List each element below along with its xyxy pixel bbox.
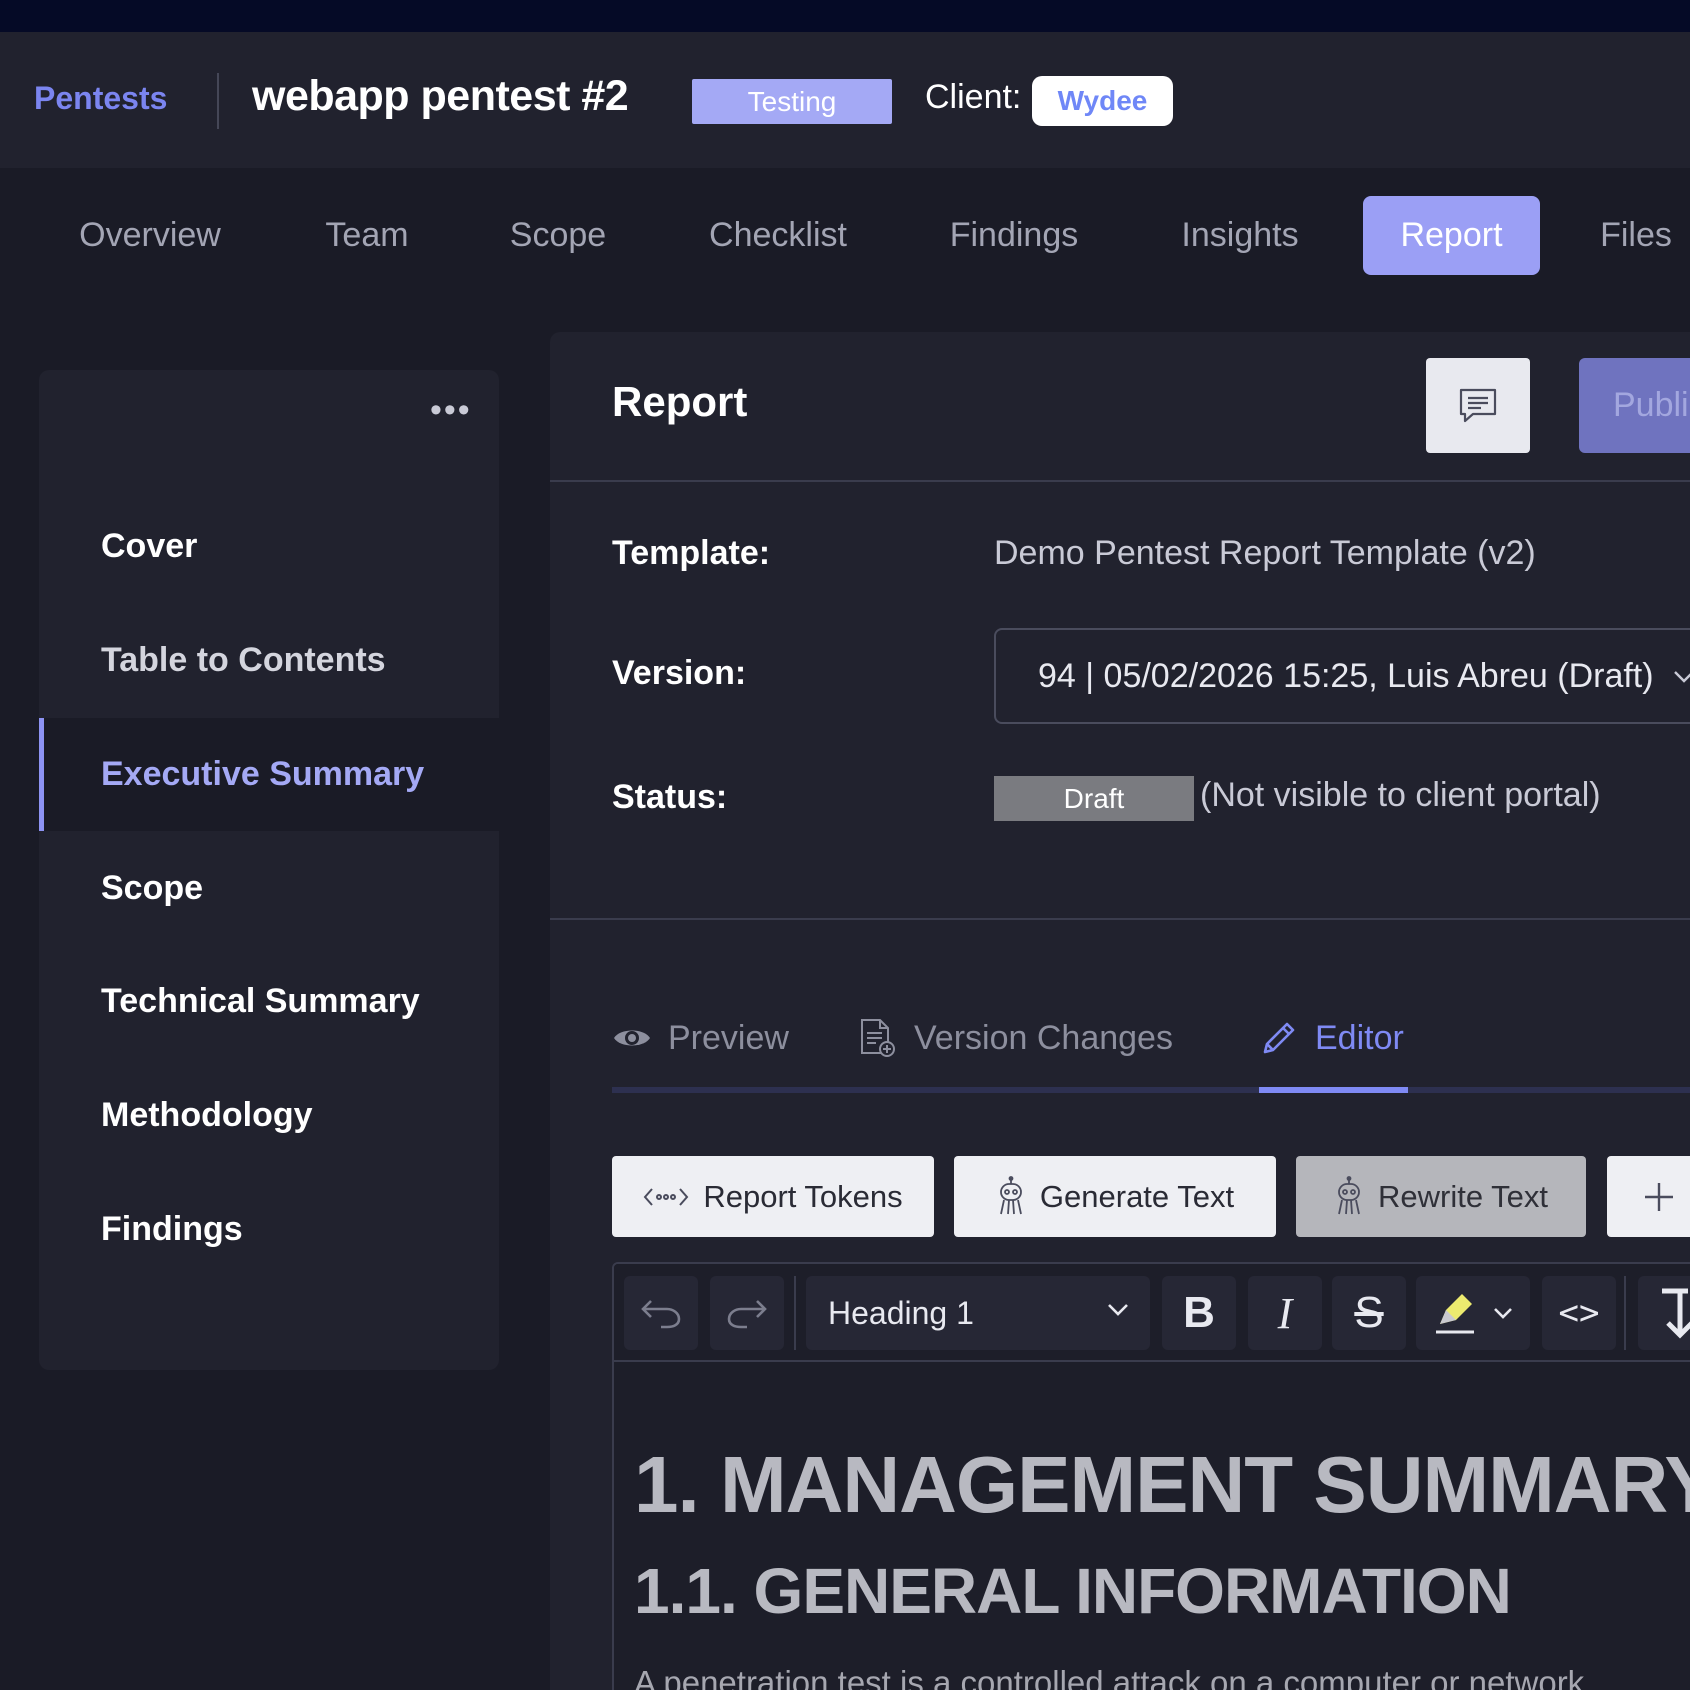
pencil-icon <box>1263 1022 1295 1054</box>
template-value: Demo Pentest Report Template (v2) <box>994 534 1536 572</box>
document-heading-2[interactable]: 1.1. GENERAL INFORMATION <box>634 1554 1512 1628</box>
highlight-button[interactable] <box>1416 1276 1530 1350</box>
rewrite-text-label: Rewrite Text <box>1378 1178 1548 1214</box>
arrow-down-icon <box>1662 1288 1690 1339</box>
generate-text-button[interactable]: Generate Text <box>954 1156 1276 1237</box>
block-type-value: Heading 1 <box>828 1294 974 1331</box>
status-note: (Not visible to client portal) <box>1200 776 1601 814</box>
tab-findings[interactable]: Findings <box>924 196 1104 275</box>
strikethrough-button[interactable]: S <box>1332 1276 1406 1350</box>
subtab-preview-label: Preview <box>668 1018 789 1057</box>
code-button[interactable]: <> <box>1542 1276 1616 1350</box>
add-button[interactable] <box>1607 1156 1690 1237</box>
breadcrumb-pentests[interactable]: Pentests <box>34 80 167 117</box>
state-badge: Testing <box>692 79 892 124</box>
sidebar-item-findings[interactable]: Findings <box>39 1173 499 1286</box>
rewrite-text-button[interactable]: Rewrite Text <box>1296 1156 1586 1237</box>
subtab-preview[interactable]: Preview <box>612 1008 789 1068</box>
toolbar-separator <box>794 1276 796 1350</box>
chevron-down-icon <box>1108 1304 1128 1316</box>
subtab-version-changes-label: Version Changes <box>914 1018 1173 1057</box>
subtab-editor-label: Editor <box>1315 1018 1404 1057</box>
more-horizontal-icon[interactable]: ••• <box>430 393 472 427</box>
sidebar-item-scope[interactable]: Scope <box>39 832 499 945</box>
document-paragraph[interactable]: A penetration test is a controlled attac… <box>634 1664 1584 1690</box>
editor-toolbar: Heading 1 B I S <> <box>614 1264 1690 1362</box>
page-title: webapp pentest #2 <box>252 72 629 120</box>
tab-files[interactable]: Files <box>1586 196 1686 275</box>
eye-icon <box>614 1030 650 1046</box>
sidebar-item-table-to-contents[interactable]: Table to Contents <box>39 604 499 717</box>
report-tokens-label: Report Tokens <box>703 1178 903 1214</box>
subtab-rail <box>612 1087 1690 1093</box>
generate-text-label: Generate Text <box>1039 1178 1235 1214</box>
italic-button[interactable]: I <box>1248 1276 1322 1350</box>
redo-icon <box>727 1300 767 1329</box>
chevron-down-icon <box>1494 1308 1512 1319</box>
undo-icon <box>641 1300 681 1329</box>
robot-icon <box>1338 1175 1360 1214</box>
publish-button[interactable]: Publi <box>1579 358 1690 453</box>
sidebar-item-executive-summary[interactable]: Executive Summary <box>39 718 499 831</box>
sidebar-item-technical-summary[interactable]: Technical Summary <box>39 945 499 1058</box>
header-divider <box>550 480 1690 482</box>
tab-scope[interactable]: Scope <box>487 196 629 275</box>
redo-button[interactable] <box>710 1276 784 1350</box>
section-divider <box>550 918 1690 920</box>
rich-text-editor[interactable]: Heading 1 B I S <> 1. MANAGEMENT SUMMARY… <box>612 1262 1690 1690</box>
block-type-select[interactable]: Heading 1 <box>806 1276 1150 1350</box>
status-badge: Draft <box>994 776 1194 821</box>
toolbar-separator <box>1624 1276 1626 1350</box>
status-label: Status: <box>612 778 728 816</box>
document-heading-1[interactable]: 1. MANAGEMENT SUMMARY <box>634 1439 1690 1531</box>
code-tokens-icon <box>643 1187 689 1206</box>
subtab-active-indicator <box>1259 1087 1408 1093</box>
tab-insights[interactable]: Insights <box>1156 196 1324 275</box>
version-select-value: 94 | 05/02/2026 15:25, Luis Abreu (Draft… <box>1038 656 1654 695</box>
section-title: Report <box>612 378 748 425</box>
report-tokens-button[interactable]: Report Tokens <box>612 1156 934 1237</box>
template-label: Template: <box>612 534 771 572</box>
client-badge[interactable]: Wydee <box>1032 76 1173 126</box>
undo-button[interactable] <box>624 1276 698 1350</box>
bold-button[interactable]: B <box>1162 1276 1236 1350</box>
tab-checklist[interactable]: Checklist <box>682 196 874 275</box>
client-label: Client: <box>925 78 1022 116</box>
insert-below-button[interactable] <box>1638 1276 1690 1350</box>
comments-button[interactable] <box>1426 358 1530 453</box>
tab-report[interactable]: Report <box>1363 196 1540 275</box>
comment-icon <box>1459 388 1497 422</box>
version-label: Version: <box>612 654 747 692</box>
plus-icon <box>1645 1182 1673 1211</box>
highlighter-icon <box>1436 1294 1474 1334</box>
tab-overview[interactable]: Overview <box>44 196 256 275</box>
version-select[interactable]: 94 | 05/02/2026 15:25, Luis Abreu (Draft… <box>994 628 1690 724</box>
robot-icon <box>1000 1175 1022 1214</box>
sidebar-item-cover[interactable]: Cover <box>39 490 499 603</box>
chevron-down-icon <box>1674 671 1690 683</box>
sidebar-item-methodology[interactable]: Methodology <box>39 1059 499 1172</box>
tab-team[interactable]: Team <box>300 196 434 275</box>
subtab-version-changes[interactable]: Version Changes <box>858 1008 1173 1068</box>
breadcrumb-divider <box>217 73 219 129</box>
subtab-editor[interactable]: Editor <box>1259 1008 1404 1068</box>
window-top-strip <box>0 0 1690 32</box>
document-add-icon <box>861 1019 895 1057</box>
